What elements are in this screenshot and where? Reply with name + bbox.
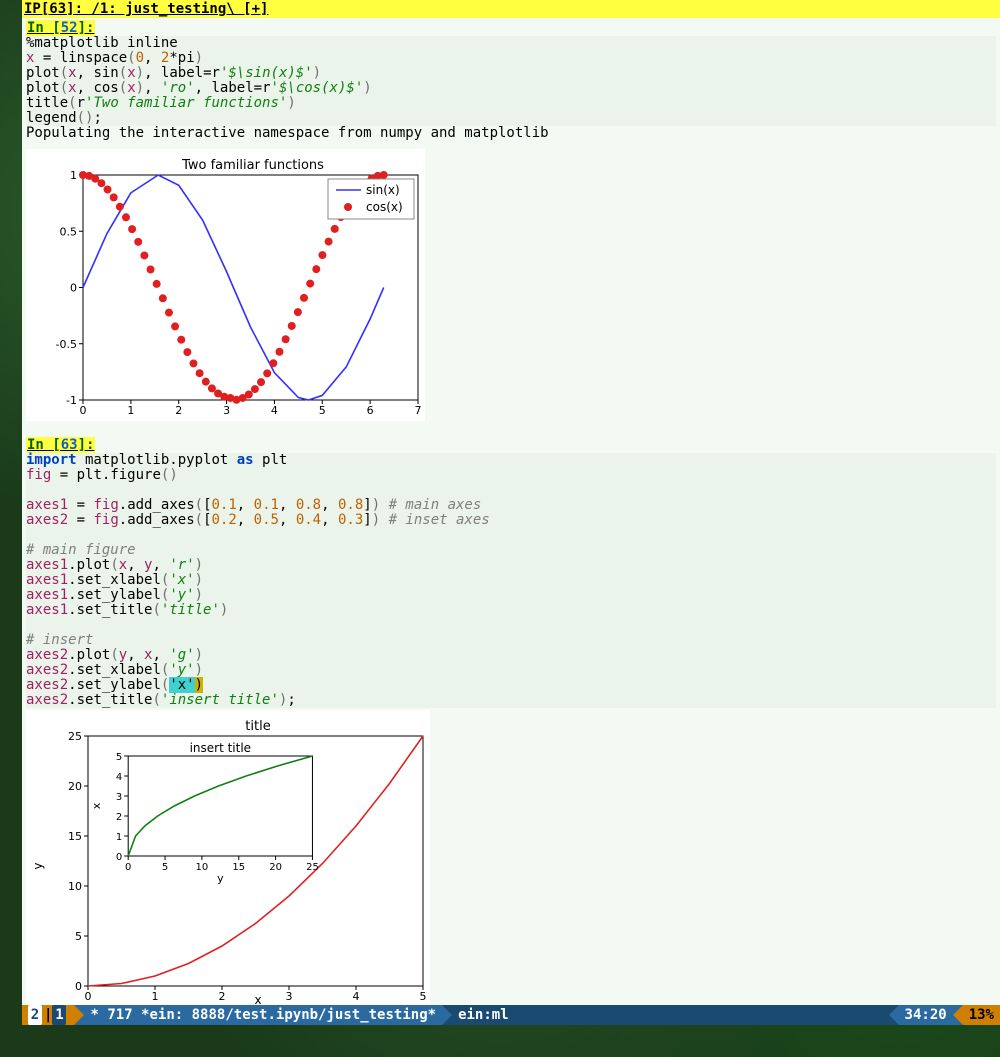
svg-text:1: 1 <box>116 832 122 843</box>
prompt-cell-63: In [63]: <box>26 437 95 453</box>
svg-text:4: 4 <box>271 404 278 415</box>
svg-text:20: 20 <box>68 780 82 793</box>
svg-text:x: x <box>90 802 103 809</box>
chart1-title: Two familiar functions <box>181 158 324 173</box>
ml-badges: 2|1 <box>22 1005 74 1025</box>
svg-text:25: 25 <box>68 730 82 743</box>
svg-text:5: 5 <box>420 990 427 1003</box>
code-cell-63[interactable]: import matplotlib.pyplot as plt fig = pl… <box>26 453 996 708</box>
ml-mode: ein:ml <box>452 1005 515 1025</box>
svg-text:-1: -1 <box>66 394 77 407</box>
svg-text:20: 20 <box>269 862 282 873</box>
svg-text:sin(x): sin(x) <box>366 183 400 197</box>
svg-text:0: 0 <box>70 282 77 295</box>
cell-63[interactable]: In [63]: import matplotlib.pyplot as plt… <box>22 435 1000 1012</box>
svg-text:0: 0 <box>85 990 92 1003</box>
svg-text:10: 10 <box>68 880 82 893</box>
ml-pos: 34:20 <box>899 1005 953 1025</box>
svg-text:cos(x): cos(x) <box>366 200 403 214</box>
editor-pane[interactable]: IP[63]: /1: just_testing\ [+] In [52]: %… <box>22 0 1000 1007</box>
prompt-cell-52: In [52]: <box>26 20 95 36</box>
svg-text:7: 7 <box>415 404 422 415</box>
ml-buffer: *ein: 8888/test.ipynb/just_testing* <box>141 1007 436 1023</box>
svg-text:15: 15 <box>232 862 245 873</box>
svg-text:5: 5 <box>75 930 82 943</box>
svg-text:1: 1 <box>70 169 77 182</box>
svg-text:4: 4 <box>116 772 122 783</box>
svg-text:insert title: insert title <box>190 741 252 755</box>
svg-text:2: 2 <box>116 812 122 823</box>
svg-text:15: 15 <box>68 830 82 843</box>
svg-text:10: 10 <box>196 862 209 873</box>
chart2-ylabel: y <box>31 862 45 869</box>
svg-text:1: 1 <box>152 990 159 1003</box>
svg-text:0.5: 0.5 <box>60 225 78 238</box>
svg-text:5: 5 <box>162 862 168 873</box>
cell-52[interactable]: In [52]: %matplotlib inline x = linspace… <box>22 18 1000 421</box>
chart2-title: title <box>245 719 270 734</box>
svg-text:0: 0 <box>125 862 131 873</box>
cursor-icon: 'x' <box>169 677 194 693</box>
svg-text:0: 0 <box>80 404 87 415</box>
svg-text:y: y <box>217 872 224 885</box>
svg-text:2: 2 <box>219 990 226 1003</box>
svg-text:25: 25 <box>306 862 319 873</box>
svg-text:0: 0 <box>75 980 82 993</box>
svg-text:6: 6 <box>367 404 374 415</box>
svg-text:2: 2 <box>175 404 182 415</box>
svg-text:-0.5: -0.5 <box>56 338 77 351</box>
svg-text:0: 0 <box>116 852 122 863</box>
chart-two-familiar-functions: Two familiar functions 0 1 2 3 4 5 6 7 -1 -0.5 0 0.… <box>26 149 425 421</box>
svg-text:4: 4 <box>353 990 360 1003</box>
code-cell-52[interactable]: %matplotlib inline x = linspace(0, 2*pi)… <box>26 36 996 126</box>
modeline: 2|1 * 717 *ein: 8888/test.ipynb/just_tes… <box>22 1005 1000 1025</box>
svg-text:3: 3 <box>286 990 293 1003</box>
svg-text:5: 5 <box>319 404 326 415</box>
svg-text:5: 5 <box>116 752 122 763</box>
output-cell-52: Populating the interactive namespace fro… <box>26 126 996 141</box>
ml-pct: 13% <box>963 1005 1000 1025</box>
svg-text:3: 3 <box>223 404 230 415</box>
chart-title-inset: title 0123450510152025 x y insert title … <box>26 710 430 1012</box>
svg-text:3: 3 <box>116 792 122 803</box>
svg-text:1: 1 <box>127 404 134 415</box>
window-titlebar: IP[63]: /1: just_testing\ [+] <box>22 0 1000 18</box>
